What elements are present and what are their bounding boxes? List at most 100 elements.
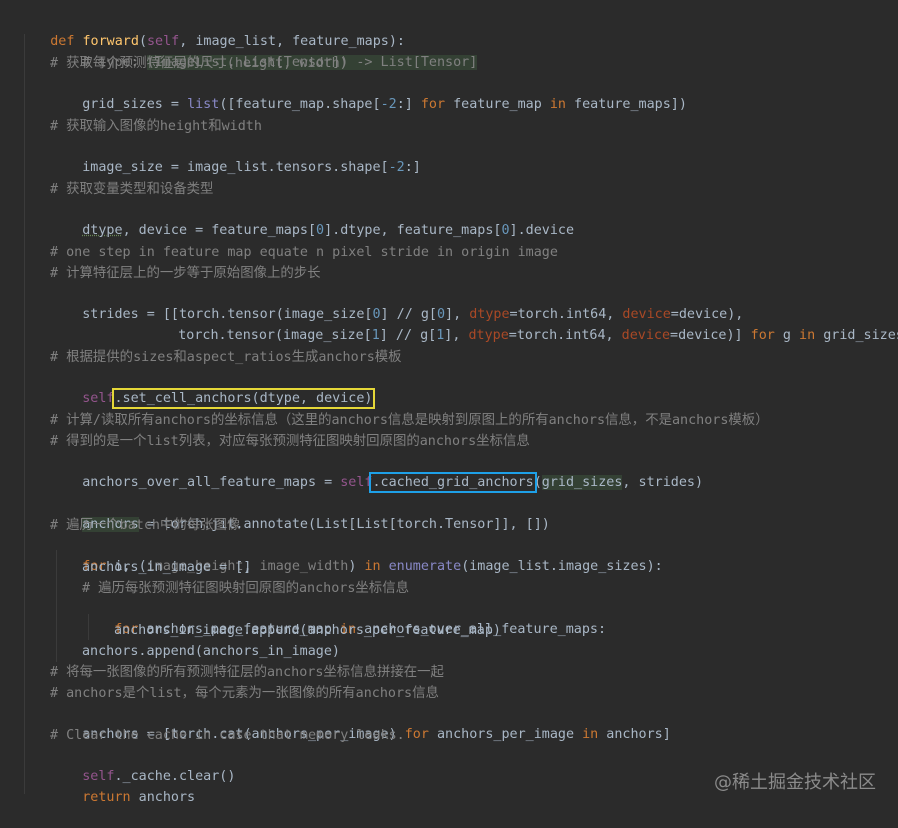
- keyword: for: [404, 727, 429, 742]
- code-text: ] // g[: [379, 328, 437, 343]
- code-text: g: [774, 328, 800, 343]
- code-text: anchors_in_image.append(anchors_per_feat…: [114, 623, 501, 638]
- code-text: ): [348, 559, 365, 574]
- keyword: in: [582, 727, 599, 742]
- comment-line[interactable]: # 获取输入图像的height和width: [50, 117, 262, 137]
- comment: # 获取每个预测特征层的尺寸(height, width): [50, 56, 348, 71]
- code-line[interactable]: dtype, device = feature_maps[0].dtype, f…: [50, 201, 574, 238]
- code-line[interactable]: anchors_over_all_feature_maps = self.cac…: [50, 453, 703, 493]
- number: -2: [380, 97, 397, 112]
- comment: # 获取变量类型和设备类型: [50, 182, 214, 197]
- comment-line[interactable]: # 根据提供的sizes和aspect_ratios生成anchors模板: [50, 348, 402, 368]
- code-text: ].dtype, feature_maps[: [324, 223, 502, 238]
- code-line[interactable]: self._cache.clear(): [50, 747, 235, 784]
- code-line[interactable]: strides = [[torch.tensor(image_size[0] /…: [50, 285, 743, 322]
- comment-line[interactable]: # Clear the cache in case that memory le…: [50, 726, 405, 746]
- number: 0: [316, 223, 325, 238]
- comment-line[interactable]: # 将每一张图像的所有预测特征层的anchors坐标信息拼接在一起: [50, 663, 444, 683]
- comment-line[interactable]: # 得到的是一个list列表，对应每张预测特征图映射回原图的anchors坐标信…: [50, 432, 530, 452]
- code-text: ],: [444, 328, 469, 343]
- comment-line[interactable]: # anchors是个list，每个元素为一张图像的所有anchors信息: [50, 684, 439, 704]
- code-line[interactable]: torch.tensor(image_size[1] // g[1], dtyp…: [146, 306, 898, 343]
- code-line[interactable]: anchors_in_image = []: [82, 558, 251, 578]
- code-line[interactable]: for anchors_per_feature_map in anchors_o…: [82, 600, 606, 637]
- indent-guide: [24, 34, 25, 794]
- code-text: grid_sizes]: [823, 328, 898, 343]
- builtin: enumerate: [388, 559, 462, 574]
- code-text: , device = feature_maps[: [122, 223, 317, 238]
- variable: dtype: [82, 223, 123, 238]
- named-arg: dtype: [468, 328, 509, 343]
- code-text: grid_sizes =: [82, 97, 188, 112]
- comment: # 获取输入图像的height和width: [50, 119, 262, 134]
- variable-highlight: grid_sizes: [541, 475, 623, 490]
- builtin: list: [187, 97, 220, 112]
- code-text: :]: [396, 97, 421, 112]
- comment-line[interactable]: # 遍历一个batch中的每张图像: [50, 516, 240, 536]
- code-line[interactable]: return anchors: [50, 768, 195, 805]
- code-line[interactable]: self.set_cell_anchors(dtype, device): [50, 369, 376, 409]
- code-line[interactable]: anchors_in_image.append(anchors_per_feat…: [114, 621, 501, 641]
- code-text: , strides): [622, 475, 704, 490]
- comment: # one step in feature map equate n pixel…: [50, 245, 558, 260]
- comment-line[interactable]: # 获取变量类型和设备类型: [50, 180, 213, 200]
- code-text: anchors_over_all_feature_maps =: [82, 475, 341, 490]
- self-keyword: self: [82, 391, 115, 406]
- keyword-return: return: [82, 790, 131, 805]
- self-keyword: self: [340, 475, 373, 490]
- keyword: in: [799, 328, 816, 343]
- code-text: anchors]: [598, 727, 671, 742]
- unused-variable: image_width: [259, 559, 349, 574]
- comment: # 将每一张图像的所有预测特征层的anchors坐标信息拼接在一起: [50, 665, 444, 680]
- number: -2: [388, 160, 405, 175]
- set-cell-anchors-highlight[interactable]: .set_cell_anchors(dtype, device): [111, 388, 376, 409]
- comment-line[interactable]: # 遍历每张预测特征图映射回原图的anchors坐标信息: [82, 579, 409, 599]
- code-line[interactable]: image_size = image_list.tensors.shape[-2…: [50, 138, 421, 175]
- code-editor[interactable]: def forward(self, image_list, feature_ma…: [0, 0, 898, 818]
- comment: # 得到的是一个list列表，对应每张预测特征图映射回原图的anchors坐标信…: [50, 434, 530, 449]
- named-arg: device: [621, 328, 671, 343]
- comment-line[interactable]: # one step in feature map equate n pixel…: [50, 243, 558, 263]
- keyword: for: [420, 97, 446, 112]
- code-text: (image_list.image_sizes):: [461, 559, 663, 574]
- code-text: anchors_per_image: [428, 727, 583, 742]
- code-text: :]: [404, 160, 421, 175]
- code-line[interactable]: grid_sizes = list([feature_map.shape[-2:…: [50, 75, 687, 112]
- comment-line[interactable]: # type: (ImageList, List[Tensor]) -> Lis…: [50, 33, 478, 70]
- code-text: ].device: [509, 223, 575, 238]
- watermark: @稀土掘金技术社区: [714, 772, 876, 793]
- code-text: anchors: [130, 790, 196, 805]
- keyword: for: [750, 328, 775, 343]
- code-line[interactable]: anchors = [torch.cat(anchors_per_image) …: [50, 705, 671, 742]
- comment: # 遍历一个batch中的每张图像: [50, 518, 241, 533]
- code-line[interactable]: def forward(self, image_list, feature_ma…: [18, 12, 405, 49]
- code-text: torch.tensor(image_size[: [178, 328, 372, 343]
- number: 1: [371, 328, 380, 343]
- code-text: (: [533, 475, 542, 490]
- comment: # 计算特征层上的一步等于原始图像上的步长: [50, 266, 321, 281]
- comment-line[interactable]: # 获取每个预测特征层的尺寸(height, width): [50, 54, 348, 74]
- comment: # 根据提供的sizes和aspect_ratios生成anchors模板: [50, 350, 402, 365]
- comment: # Clear the cache in case that memory le…: [50, 728, 405, 743]
- code-text: image_size = image_list.tensors.shape[: [82, 160, 389, 175]
- code-text: ([feature_map.shape[: [219, 97, 381, 112]
- keyword: in: [549, 97, 566, 112]
- code-text: =device)]: [670, 328, 751, 343]
- code-line[interactable]: anchors = torch.jit.annotate(List[List[t…: [50, 495, 550, 532]
- code-text: anchors.append(anchors_in_image): [82, 644, 340, 659]
- comment: # 计算/读取所有anchors的坐标信息（这里的anchors信息是映射到原图…: [50, 413, 769, 428]
- code-text: feature_map: [445, 97, 550, 112]
- comment-line[interactable]: # 计算特征层上的一步等于原始图像上的步长: [50, 264, 321, 284]
- cached-grid-anchors-highlight[interactable]: .cached_grid_anchors: [369, 472, 537, 493]
- code-line[interactable]: for i, (image_height, image_width) in en…: [50, 537, 662, 574]
- code-text: anchors_in_image = []: [82, 560, 252, 575]
- code-text: feature_maps]): [566, 97, 687, 112]
- keyword: in: [364, 559, 381, 574]
- comment: # 遍历每张预测特征图映射回原图的anchors坐标信息: [82, 581, 409, 596]
- comment: # anchors是个list，每个元素为一张图像的所有anchors信息: [50, 686, 439, 701]
- comment-line[interactable]: # 计算/读取所有anchors的坐标信息（这里的anchors信息是映射到原图…: [50, 411, 769, 431]
- code-text: =torch.int64,: [508, 328, 622, 343]
- number: 0: [501, 223, 510, 238]
- code-line[interactable]: anchors.append(anchors_in_image): [82, 642, 340, 662]
